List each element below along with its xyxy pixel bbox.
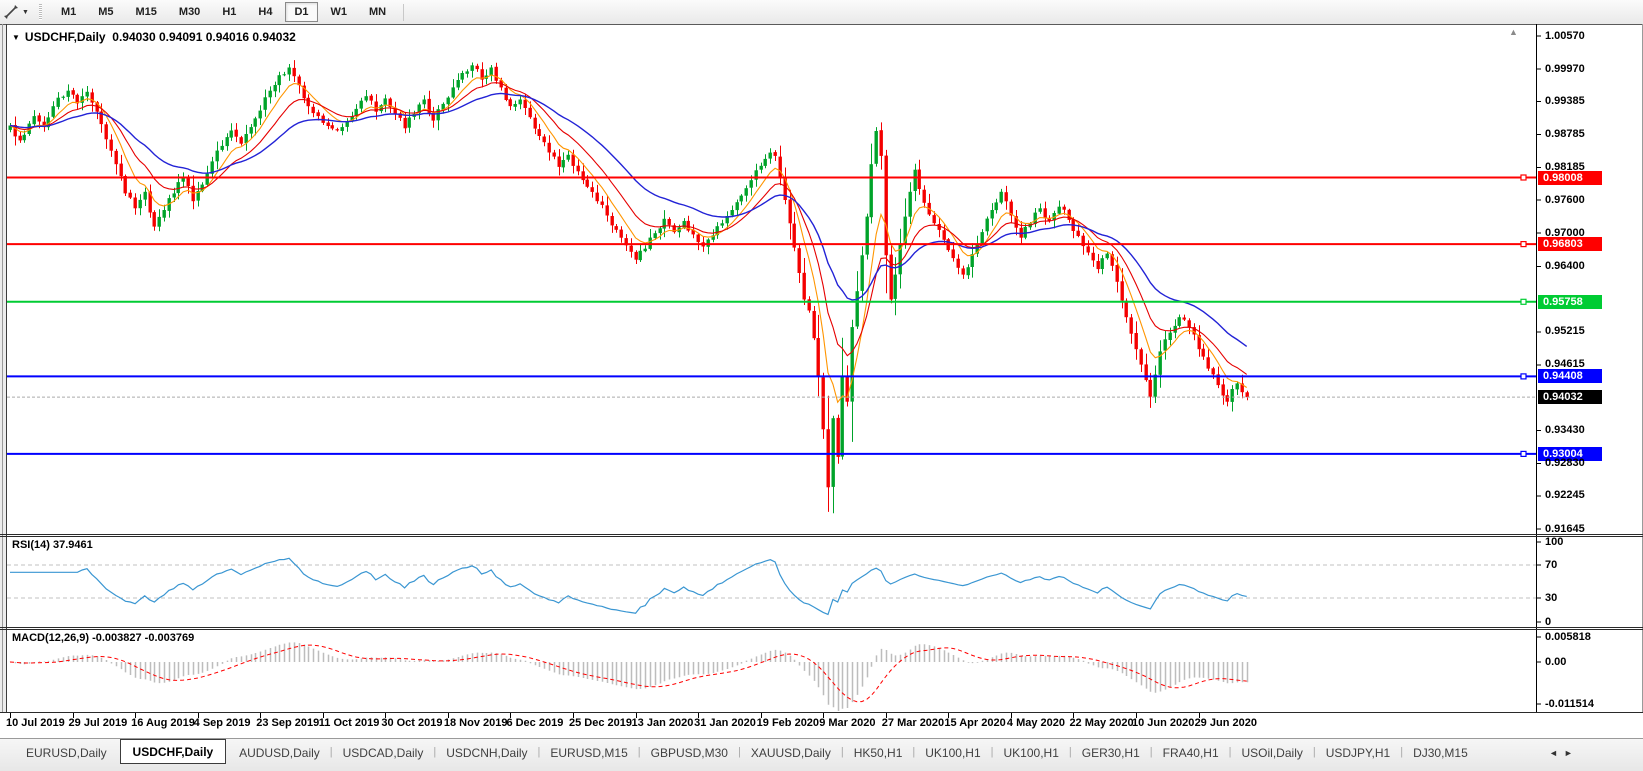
chart-tab-bar: EURUSD,Daily|USDCHF,Daily|AUDUSD,Daily|U…	[0, 738, 1643, 771]
chart-tab-xauusd-daily[interactable]: XAUUSD,Daily	[741, 742, 841, 763]
tab-scroll-left-icon[interactable]: ◄	[1549, 748, 1564, 758]
tab-scroll-arrows[interactable]: ◄►	[1549, 748, 1579, 758]
chart-tab-usdcad-daily[interactable]: USDCAD,Daily	[333, 742, 434, 763]
chart-tab-fra40-h1[interactable]: FRA40,H1	[1153, 742, 1229, 763]
chart-tab-usdchf-daily[interactable]: USDCHF,Daily	[120, 739, 227, 764]
chart-tab-audusd-daily[interactable]: AUDUSD,Daily	[229, 742, 330, 763]
tab-scroll-right-icon[interactable]: ►	[1564, 748, 1579, 758]
chart-tab-uk100-h1[interactable]: UK100,H1	[915, 742, 990, 763]
chart-tab-eurusd-m15[interactable]: EURUSD,M15	[540, 742, 637, 763]
chart-tab-gbpusd-m30[interactable]: GBPUSD,M30	[641, 742, 738, 763]
chart-tab-ger30-h1[interactable]: GER30,H1	[1072, 742, 1150, 763]
chart-tab-usoil-daily[interactable]: USOil,Daily	[1232, 742, 1313, 763]
chart-tab-hk50-h1[interactable]: HK50,H1	[844, 742, 913, 763]
chart-tab-dj30-m15[interactable]: DJ30,M15	[1403, 742, 1478, 763]
chart-tab-eurusd-daily[interactable]: EURUSD,Daily	[16, 742, 117, 763]
chart-tab-usdcnh-daily[interactable]: USDCNH,Daily	[436, 742, 537, 763]
chart-canvas[interactable]	[0, 0, 1643, 771]
chart-tab-uk100-h1[interactable]: UK100,H1	[994, 742, 1069, 763]
chart-tab-usdjpy-h1[interactable]: USDJPY,H1	[1316, 742, 1400, 763]
